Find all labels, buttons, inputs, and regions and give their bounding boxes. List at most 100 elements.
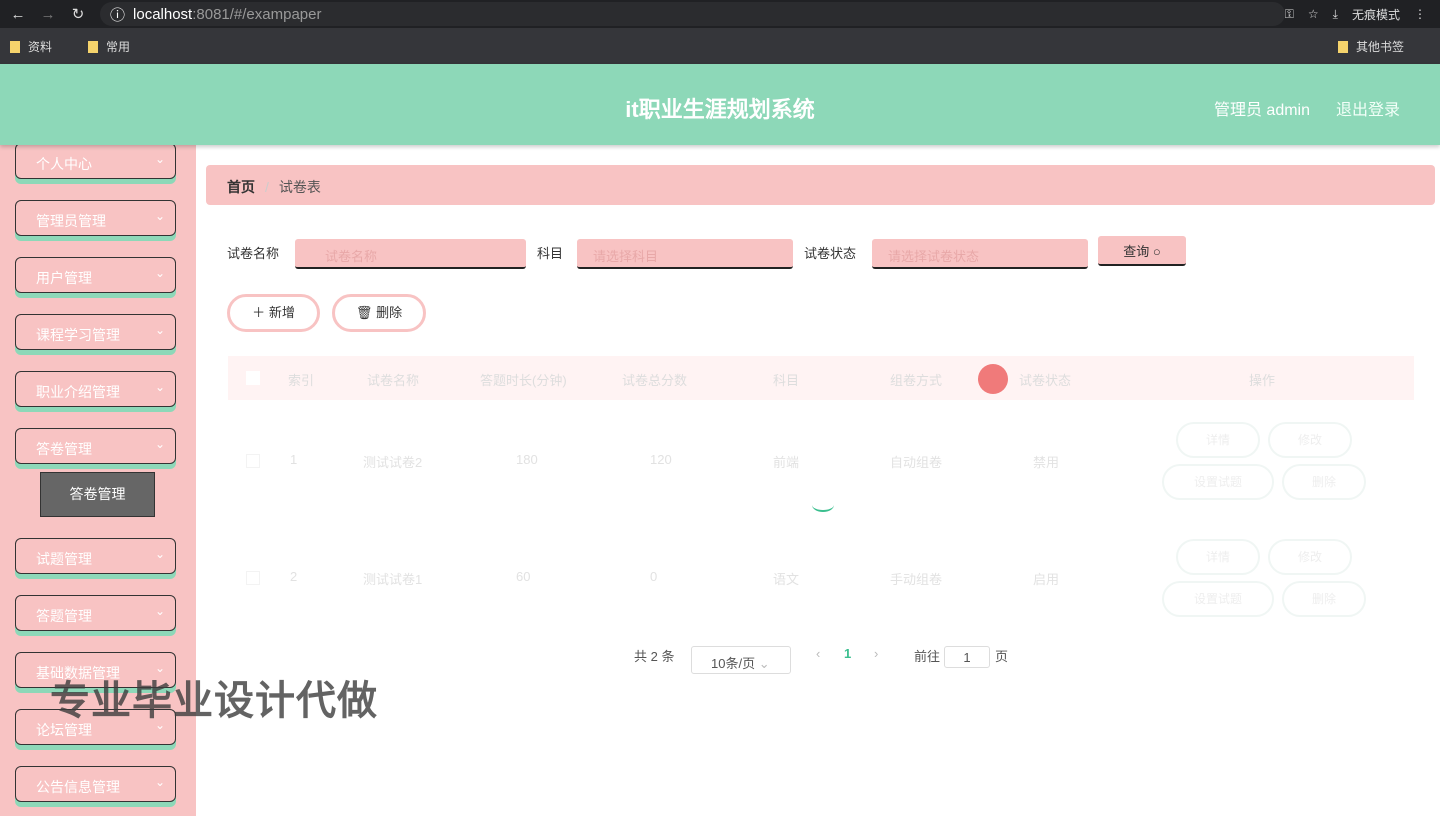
select-all-checkbox[interactable] (246, 371, 260, 385)
folder-icon (88, 41, 99, 54)
cell-status: 启用 (1033, 572, 1060, 587)
name-label: 试卷名称 (227, 246, 280, 261)
page-suffix: 页 (995, 649, 1009, 664)
reload-icon[interactable]: ↻ (66, 5, 90, 23)
browser-toolbar: ← → ↻ ⓘ localhost:8081/#/exampaper ⚿ ☆ ⤓ 无痕模… (0, 0, 1440, 28)
sidebar-item-10[interactable]: 公告信息管理 ⌄ (15, 766, 176, 802)
forward-icon[interactable]: → (36, 6, 60, 23)
delete-label: 删除 (376, 305, 403, 320)
folder-icon (10, 41, 20, 54)
sidebar-item-label: 管理员管理 (36, 213, 106, 229)
chevron-down-icon: ⌄ (154, 437, 165, 451)
back-icon[interactable]: ← (6, 6, 30, 23)
logout-link[interactable]: 退出登录 (1336, 96, 1400, 120)
sidebar-item-label: 公告信息管理 (36, 779, 120, 795)
row-action-1[interactable]: 修改 (1268, 539, 1352, 575)
search-icon: ○ (1152, 244, 1161, 259)
bookmarks-bar: 资料 常用 其他书签 (0, 28, 1440, 64)
sidebar-item-label: 试题管理 (36, 551, 92, 567)
sidebar-item-label: 课程学习管理 (36, 327, 120, 343)
mouse-cursor-highlight (978, 364, 1008, 394)
cell-duration: 180 (516, 452, 538, 467)
sidebar-item-7[interactable]: 答题管理 ⌄ (15, 595, 176, 631)
status-label: 试卷状态 (804, 246, 857, 261)
sidebar-item-2[interactable]: 用户管理 ⌄ (15, 257, 176, 293)
other-bookmarks[interactable]: 其他书签 (1337, 38, 1422, 55)
cell-score: 0 (650, 569, 658, 584)
row-action-0[interactable]: 详情 (1176, 422, 1260, 458)
key-icon[interactable]: ⚿ (1285, 7, 1294, 22)
cell-subject: 前端 (773, 455, 800, 470)
row-action-2[interactable]: 设置试题 (1162, 581, 1274, 617)
chevron-down-icon: ⌄ (154, 323, 165, 337)
chevron-down-icon: ⌄ (154, 604, 165, 618)
plus-icon: ＋ (252, 305, 266, 320)
chevron-down-icon: ⌄ (154, 380, 165, 394)
bookmark-label: 其他书签 (1355, 39, 1404, 54)
sidebar-item-label: 个人中心 (36, 156, 92, 172)
sidebar-item-4[interactable]: 职业介绍管理 ⌄ (15, 371, 176, 407)
bookmark-1[interactable]: 常用 (88, 38, 148, 55)
next-page-icon[interactable]: › (874, 646, 878, 661)
header-score: 试卷总分数 (622, 373, 688, 388)
row-action-1[interactable]: 修改 (1268, 422, 1352, 458)
row-checkbox[interactable] (246, 454, 260, 468)
header-duration: 答题时长(分钟) (480, 373, 567, 388)
cell-index: 2 (290, 569, 298, 584)
name-input[interactable]: 试卷名称 (295, 239, 526, 269)
sidebar-subitem-answer-management[interactable]: 答卷管理 (40, 472, 155, 517)
user-label: 管理员 admin (1213, 102, 1310, 119)
query-button[interactable]: 查询 ○ (1098, 236, 1186, 266)
sidebar-item-3[interactable]: 课程学习管理 ⌄ (15, 314, 176, 350)
cell-mode: 自动组卷 (890, 455, 943, 470)
sidebar-item-label: 职业介绍管理 (36, 384, 120, 400)
goto-input[interactable]: 1 (944, 646, 990, 668)
table-header: 索引 试卷名称 答题时长(分钟) 试卷总分数 科目 组卷方式 试卷状态 操作 (228, 356, 1414, 400)
row-action-2[interactable]: 设置试题 (1162, 464, 1274, 500)
cell-name: 测试试卷2 (363, 455, 423, 470)
cell-index: 1 (290, 452, 298, 467)
folder-icon (1337, 41, 1348, 54)
url-host: localhost (133, 5, 193, 23)
info-icon: ⓘ (110, 6, 126, 24)
watermark: 专业毕业设计代做 (50, 679, 378, 723)
sidebar-item-6[interactable]: 试题管理 ⌄ (15, 538, 176, 574)
row-action-3[interactable]: 删除 (1282, 464, 1366, 500)
add-button[interactable]: ＋ 新增 (227, 294, 320, 332)
header-index: 索引 (288, 373, 315, 388)
incognito-label[interactable]: 无痕模式 (1352, 6, 1400, 23)
pagination-total: 共 2 条 (634, 649, 675, 664)
download-icon[interactable]: ⤓ (1333, 7, 1338, 22)
delete-button[interactable]: 🗑 删除 (332, 294, 426, 332)
table-row: 2 测试试卷1 60 0 语文 手动组卷 启用 详情 修改 设置试题 删除 (228, 517, 1414, 633)
star-icon[interactable]: ☆ (1308, 7, 1319, 21)
row-action-0[interactable]: 详情 (1176, 539, 1260, 575)
status-select[interactable]: 请选择试卷状态 (872, 239, 1088, 269)
header-name: 试卷名称 (367, 373, 420, 388)
prev-page-icon[interactable]: ‹ (816, 646, 820, 661)
sidebar-item-label: 答卷管理 (36, 441, 92, 457)
breadcrumb-separator: / (265, 179, 269, 195)
sidebar-item-0[interactable]: 个人中心 ⌄ (15, 143, 176, 179)
page-size-select[interactable]: 10条/页 ⌄ (691, 646, 791, 674)
page-1[interactable]: 1 (844, 646, 851, 661)
breadcrumb-current: 试卷表 (278, 179, 321, 195)
cell-subject: 语文 (773, 572, 800, 587)
bookmark-0[interactable]: 资料 (10, 38, 70, 55)
breadcrumb-home[interactable]: 首页 (227, 179, 255, 195)
sidebar-item-5[interactable]: 答卷管理 ⌄ (15, 428, 176, 464)
subject-select[interactable]: 请选择科目 (577, 239, 793, 269)
row-checkbox[interactable] (246, 571, 260, 585)
goto-label: 前往 (914, 649, 941, 664)
row-action-3[interactable]: 删除 (1282, 581, 1366, 617)
menu-icon[interactable]: ⋮ (1414, 7, 1426, 21)
chevron-down-icon: ⌄ (154, 152, 165, 166)
url-path: :8081/#/exampaper (192, 5, 322, 23)
cell-mode: 手动组卷 (890, 572, 943, 587)
query-label: 查询 (1123, 244, 1150, 259)
address-bar[interactable]: ⓘ localhost:8081/#/exampaper (100, 2, 1285, 26)
cell-status: 禁用 (1033, 455, 1060, 470)
sidebar-item-1[interactable]: 管理员管理 ⌄ (15, 200, 176, 236)
chevron-down-icon: ⌄ (154, 209, 165, 223)
loading-spinner (812, 498, 834, 512)
